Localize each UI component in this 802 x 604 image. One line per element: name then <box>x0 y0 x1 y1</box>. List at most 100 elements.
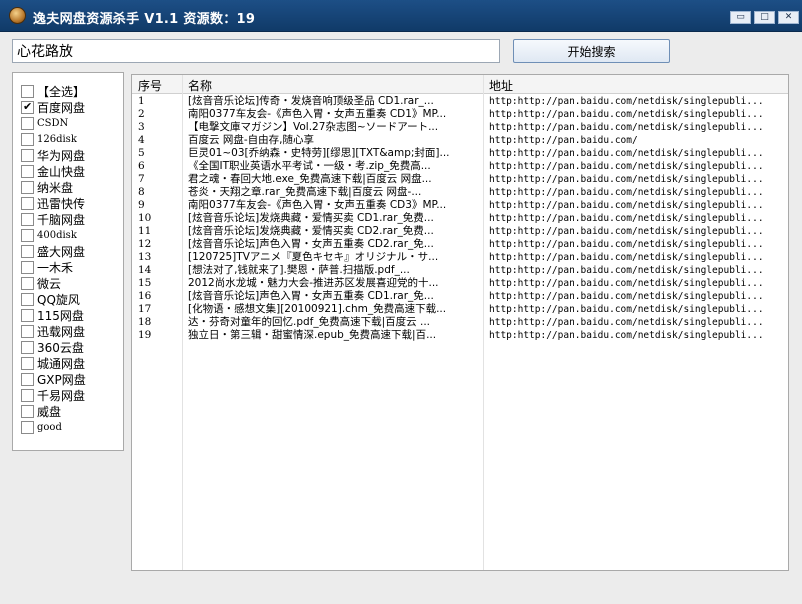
resource-name: [炫音音乐论坛]声色入胃・女声五重奏 CD1.rar_免... <box>188 290 434 302</box>
disk-source-checkbox[interactable]: 迅载网盘 <box>21 323 85 339</box>
resource-name: 南阳0377车友会-《声色入胃・女声五重奏 CD1》MP... <box>188 108 447 120</box>
resource-name: 2012尚水龙城・魅力大会-推进苏区发展喜迎党的十... <box>188 277 439 289</box>
disk-source-checkbox[interactable]: 400disk <box>21 227 77 243</box>
unchecked-checkbox-icon[interactable] <box>21 372 34 386</box>
unchecked-checkbox-icon[interactable] <box>21 340 34 354</box>
resource-name: [炫音音乐论坛]发烧典藏・爱情买卖 CD1.rar_免费... <box>188 212 434 224</box>
table-row[interactable]: 8 苍炎・天翔之章.rar_免费高速下载|百度云 网盘-... http:http:… <box>132 186 788 199</box>
disk-source-label: 126disk <box>37 133 77 145</box>
row-number: 9 <box>138 199 145 211</box>
disk-source-checkbox[interactable]: 115网盘 <box>21 307 84 323</box>
disk-source-checkbox[interactable]: 百度网盘 <box>21 99 85 115</box>
table-row[interactable]: 17 [化物语・感想文集][20100921].chm_免费高速下载... http… <box>132 303 788 316</box>
table-row[interactable]: 12 [炫音音乐论坛]声色入胃・女声五重奏 CD2.rar_免... http:ht… <box>132 238 788 251</box>
table-row[interactable]: 14 [想法对了,钱就来了].樊恩・萨普.扫描版.pdf_... http:http… <box>132 264 788 277</box>
unchecked-checkbox-icon[interactable] <box>21 228 34 242</box>
disk-source-checkbox[interactable]: 一木禾 <box>21 259 73 275</box>
disk-source-checkbox[interactable]: CSDN <box>21 115 68 131</box>
unchecked-checkbox-icon[interactable] <box>21 292 34 306</box>
disk-source-checkbox[interactable]: 126disk <box>21 131 77 147</box>
disk-source-checkbox[interactable]: 盛大网盘 <box>21 243 85 259</box>
unchecked-checkbox-icon[interactable] <box>21 164 34 178</box>
unchecked-checkbox-icon[interactable] <box>21 308 34 322</box>
row-number: 8 <box>138 186 145 198</box>
disk-source-label: 115网盘 <box>37 308 84 323</box>
unchecked-checkbox-icon[interactable] <box>21 132 34 146</box>
unchecked-checkbox-icon[interactable] <box>21 148 34 162</box>
table-row[interactable]: 15 2012尚水龙城・魅力大会-推进苏区发展喜迎党的十... http:http:… <box>132 277 788 290</box>
table-row[interactable]: 5 巨灵01~03[乔纳森・史特劳][缪思][TXT&amp;封面]... http… <box>132 147 788 160</box>
table-row[interactable]: 6 《全国IT职业英语水平考试・一级・考.zip_免费高... http:http:… <box>132 160 788 173</box>
table-row[interactable]: 2 南阳0377车友会-《声色入胃・女声五重奏 CD1》MP... http:htt… <box>132 108 788 121</box>
resource-name: [120725]TVアニメ『夏色キセキ』オリジナル・サ... <box>188 251 439 263</box>
disk-source-checkbox[interactable]: QQ旋风 <box>21 291 80 307</box>
resource-name: 《全国IT职业英语水平考试・一级・考.zip_免费高... <box>188 160 431 172</box>
disk-source-checkbox[interactable]: 迅雷快传 <box>21 195 85 211</box>
unchecked-checkbox-icon[interactable] <box>21 356 34 370</box>
unchecked-checkbox-icon[interactable] <box>21 404 34 418</box>
disk-source-label: CSDN <box>37 117 69 129</box>
column-header-name[interactable]: 名称 <box>188 77 212 94</box>
table-row[interactable]: 4 百度云 网盘-自由存,随心享 http:http://pan.baidu.com… <box>132 134 788 147</box>
row-number: 1 <box>138 95 145 107</box>
disk-source-checkbox[interactable]: 威盘 <box>21 403 61 419</box>
unchecked-checkbox-icon[interactable] <box>21 196 34 210</box>
column-header-url[interactable]: 地址 <box>489 77 513 94</box>
unchecked-checkbox-icon[interactable] <box>21 116 34 130</box>
unchecked-checkbox-icon[interactable] <box>21 420 34 434</box>
table-row[interactable]: 18 达・芬奇对童年的回忆.pdf_免费高速下载|百度云 ... http:http… <box>132 316 788 329</box>
table-body: 1 [炫音音乐论坛]传奇・发烧音响顶级圣品 CD1.rar_... http:htt… <box>132 95 788 342</box>
disk-source-checkbox[interactable]: 千脑网盘 <box>21 211 85 227</box>
unchecked-checkbox-icon[interactable] <box>21 180 34 194</box>
disk-source-label: 千脑网盘 <box>37 212 86 227</box>
resource-url: http:http://pan.baidu.com/ <box>489 135 638 146</box>
resource-url: http:http://pan.baidu.com/netdisk/single… <box>489 161 764 172</box>
checked-checkbox-icon[interactable] <box>21 100 34 114</box>
disk-source-checkbox[interactable]: GXP网盘 <box>21 371 86 387</box>
column-header-no[interactable]: 序号 <box>138 77 162 94</box>
search-input[interactable] <box>12 39 500 63</box>
table-row[interactable]: 19 独立日・第三辑・甜蜜情深.epub_免费高速下载|百... http:http… <box>132 329 788 342</box>
unchecked-checkbox-icon[interactable] <box>21 324 34 338</box>
disk-source-checkbox[interactable]: 微云 <box>21 275 61 291</box>
disk-source-label: 纳米盘 <box>37 180 74 195</box>
resource-url: http:http://pan.baidu.com/netdisk/single… <box>489 213 764 224</box>
disk-source-checkbox[interactable]: 360云盘 <box>21 339 84 355</box>
resource-url: http:http://pan.baidu.com/netdisk/single… <box>489 278 764 289</box>
table-row[interactable]: 9 南阳0377车友会-《声色入胃・女声五重奏 CD3》MP... http:htt… <box>132 199 788 212</box>
window-title: 逸夫网盘资源杀手 V1.1 资源数：19 <box>33 12 256 27</box>
resource-url: http:http://pan.baidu.com/netdisk/single… <box>489 122 764 133</box>
row-number: 16 <box>138 290 152 302</box>
table-row[interactable]: 11 [炫音音乐论坛]发烧典藏・爱情买卖 CD2.rar_免费... http:ht… <box>132 225 788 238</box>
resource-url: http:http://pan.baidu.com/netdisk/single… <box>489 317 764 328</box>
unchecked-checkbox-icon[interactable] <box>21 244 34 258</box>
disk-source-checkbox[interactable]: 【全选】 <box>21 83 85 99</box>
disk-source-checkbox[interactable]: 城通网盘 <box>21 355 85 371</box>
disk-source-checkbox[interactable]: 金山快盘 <box>21 163 85 179</box>
unchecked-checkbox-icon[interactable] <box>21 212 34 226</box>
unchecked-checkbox-icon[interactable] <box>21 388 34 402</box>
disk-source-checkbox[interactable]: 华为网盘 <box>21 147 85 163</box>
unchecked-checkbox-icon[interactable] <box>21 260 34 274</box>
minimize-button[interactable]: ▭ <box>730 11 751 24</box>
table-row[interactable]: 7 君之魂・春回大地.exe_免费高速下载|百度云 网盘... http:http:… <box>132 173 788 186</box>
table-row[interactable]: 1 [炫音音乐论坛]传奇・发烧音响顶级圣品 CD1.rar_... http:htt… <box>132 95 788 108</box>
disk-source-checkbox[interactable]: 纳米盘 <box>21 179 73 195</box>
disk-source-checkbox[interactable]: 千易网盘 <box>21 387 85 403</box>
disk-source-label: QQ旋风 <box>37 292 80 307</box>
results-table[interactable]: 序号 名称 地址 1 [炫音音乐论坛]传奇・发烧音响顶级圣品 CD1.rar_..… <box>131 74 789 571</box>
close-button[interactable]: ✕ <box>778 11 799 24</box>
table-row[interactable]: 16 [炫音音乐论坛]声色入胃・女声五重奏 CD1.rar_免... http:ht… <box>132 290 788 303</box>
table-row[interactable]: 3 【电撃文庫マガジン】Vol.27杂志图~ソードアート... http:http:… <box>132 121 788 134</box>
table-row[interactable]: 13 [120725]TVアニメ『夏色キセキ』オリジナル・サ... http:htt… <box>132 251 788 264</box>
disk-source-checkbox[interactable]: good <box>21 419 62 435</box>
disk-source-label: 华为网盘 <box>37 148 86 163</box>
resource-name: 独立日・第三辑・甜蜜情深.epub_免费高速下载|百... <box>188 329 437 341</box>
row-number: 11 <box>138 225 152 237</box>
row-number: 4 <box>138 134 145 146</box>
start-search-button[interactable]: 开始搜索 <box>513 39 670 63</box>
unchecked-checkbox-icon[interactable] <box>21 276 34 290</box>
table-row[interactable]: 10 [炫音音乐论坛]发烧典藏・爱情买卖 CD1.rar_免费... http:ht… <box>132 212 788 225</box>
maximize-button[interactable]: □ <box>754 11 775 24</box>
unchecked-checkbox-icon[interactable] <box>21 84 34 98</box>
